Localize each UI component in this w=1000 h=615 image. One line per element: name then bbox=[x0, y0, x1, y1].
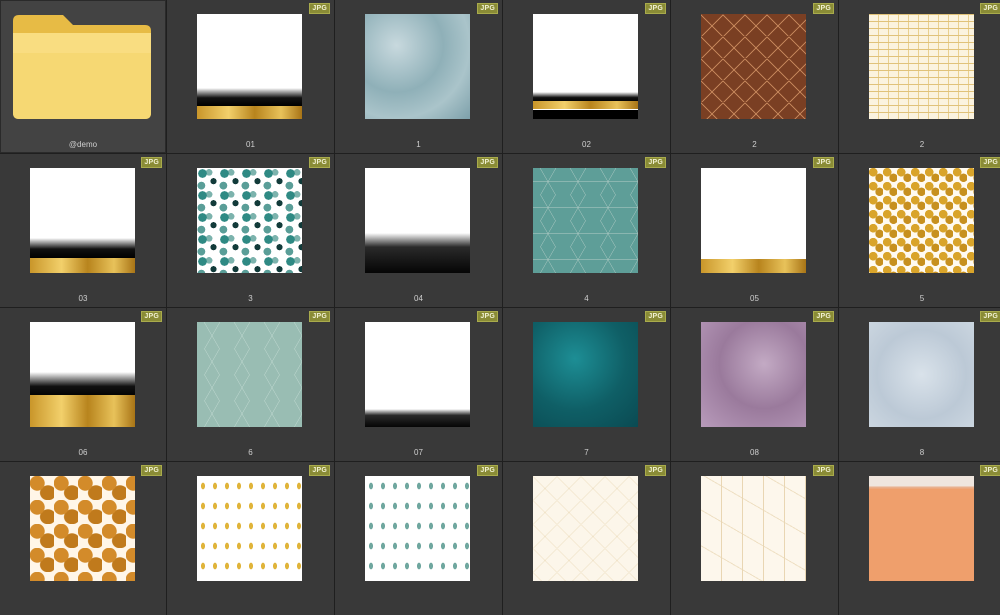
jpg-badge-icon: JPG bbox=[645, 3, 666, 14]
thumbnail-image bbox=[533, 168, 638, 273]
file-thumbnail[interactable]: JPG 08 bbox=[671, 308, 838, 461]
thumbnail-image bbox=[869, 168, 974, 273]
file-thumbnail[interactable]: JPG bbox=[0, 462, 166, 615]
thumbnail-image bbox=[533, 476, 638, 581]
file-thumbnail[interactable]: JPG bbox=[167, 462, 334, 615]
thumbnail-label: 04 bbox=[414, 294, 423, 303]
thumbnail-image bbox=[30, 322, 135, 427]
thumbnail-image bbox=[701, 168, 806, 273]
thumbnail-label: 1 bbox=[416, 140, 421, 149]
jpg-badge-icon: JPG bbox=[813, 311, 834, 322]
file-thumbnail[interactable]: JPG 7 bbox=[503, 308, 670, 461]
jpg-badge-icon: JPG bbox=[980, 3, 1000, 14]
thumbnail-label: 02 bbox=[582, 140, 591, 149]
folder-item[interactable]: @demo bbox=[0, 0, 166, 153]
thumbnail-image bbox=[197, 476, 302, 581]
thumbnail-image bbox=[365, 168, 470, 273]
thumbnail-image bbox=[701, 476, 806, 581]
thumbnail-image bbox=[197, 14, 302, 119]
thumbnail-label: 7 bbox=[584, 448, 589, 457]
jpg-badge-icon: JPG bbox=[309, 465, 330, 476]
jpg-badge-icon: JPG bbox=[645, 157, 666, 168]
file-thumbnail[interactable]: JPG 05 bbox=[671, 154, 838, 307]
thumbnail-label: 03 bbox=[78, 294, 88, 303]
file-thumbnail[interactable]: JPG 01 bbox=[167, 0, 334, 153]
thumbnail-image bbox=[533, 14, 638, 119]
file-thumbnail[interactable]: JPG 06 bbox=[0, 308, 166, 461]
jpg-badge-icon: JPG bbox=[309, 157, 330, 168]
jpg-badge-icon: JPG bbox=[309, 311, 330, 322]
thumbnail-label: 2 bbox=[919, 140, 925, 149]
thumbnail-image bbox=[701, 322, 806, 427]
file-thumbnail[interactable]: JPG bbox=[335, 462, 502, 615]
jpg-badge-icon: JPG bbox=[477, 157, 498, 168]
file-thumbnail[interactable]: JPG bbox=[839, 462, 1000, 615]
thumbnail-image bbox=[869, 476, 974, 581]
file-thumbnail[interactable]: JPG 8 bbox=[839, 308, 1000, 461]
thumbnail-image bbox=[30, 168, 135, 273]
thumbnail-image bbox=[197, 168, 302, 273]
thumbnail-grid: @demo JPG 01 JPG 1 JPG 02 JPG 2 JPG 2 JPG 03 JPG 3 JPG 0… bbox=[0, 0, 1000, 615]
thumbnail-image bbox=[197, 322, 302, 427]
jpg-badge-icon: JPG bbox=[645, 311, 666, 322]
jpg-badge-icon: JPG bbox=[645, 465, 666, 476]
thumbnail-image bbox=[533, 322, 638, 427]
thumbnail-label: @demo bbox=[68, 140, 98, 149]
thumbnail-label: 06 bbox=[78, 448, 88, 457]
thumbnail-image bbox=[30, 476, 135, 581]
file-thumbnail[interactable]: JPG 07 bbox=[335, 308, 502, 461]
file-thumbnail[interactable]: JPG 2 bbox=[671, 0, 838, 153]
file-thumbnail[interactable]: JPG 2 bbox=[839, 0, 1000, 153]
thumbnail-label: 8 bbox=[919, 448, 925, 457]
file-thumbnail[interactable]: JPG bbox=[671, 462, 838, 615]
file-thumbnail[interactable]: JPG 03 bbox=[0, 154, 166, 307]
thumbnail-label: 3 bbox=[248, 294, 253, 303]
thumbnail-label: 08 bbox=[750, 448, 759, 457]
folder-icon bbox=[13, 15, 151, 119]
thumbnail-image bbox=[869, 322, 974, 427]
jpg-badge-icon: JPG bbox=[309, 3, 330, 14]
thumbnail-image bbox=[365, 476, 470, 581]
file-thumbnail[interactable]: JPG 02 bbox=[503, 0, 670, 153]
thumbnail-label: 05 bbox=[750, 294, 759, 303]
jpg-badge-icon: JPG bbox=[141, 465, 162, 476]
thumbnail-image bbox=[365, 14, 470, 119]
jpg-badge-icon: JPG bbox=[477, 3, 498, 14]
jpg-badge-icon: JPG bbox=[477, 465, 498, 476]
thumbnail-label: 6 bbox=[248, 448, 253, 457]
thumbnail-label: 01 bbox=[246, 140, 255, 149]
file-thumbnail[interactable]: JPG 5 bbox=[839, 154, 1000, 307]
thumbnail-image bbox=[365, 322, 470, 427]
file-thumbnail[interactable]: JPG 3 bbox=[167, 154, 334, 307]
thumbnail-label: 07 bbox=[414, 448, 423, 457]
thumbnail-image bbox=[701, 14, 806, 119]
file-thumbnail[interactable]: JPG 4 bbox=[503, 154, 670, 307]
jpg-badge-icon: JPG bbox=[980, 157, 1000, 168]
jpg-badge-icon: JPG bbox=[141, 311, 162, 322]
jpg-badge-icon: JPG bbox=[477, 311, 498, 322]
jpg-badge-icon: JPG bbox=[980, 311, 1000, 322]
file-thumbnail[interactable]: JPG 1 bbox=[335, 0, 502, 153]
jpg-badge-icon: JPG bbox=[980, 465, 1000, 476]
thumbnail-label: 2 bbox=[752, 140, 757, 149]
jpg-badge-icon: JPG bbox=[813, 157, 834, 168]
jpg-badge-icon: JPG bbox=[141, 157, 162, 168]
thumbnail-label: 4 bbox=[584, 294, 589, 303]
file-thumbnail[interactable]: JPG 6 bbox=[167, 308, 334, 461]
file-thumbnail[interactable]: JPG bbox=[503, 462, 670, 615]
jpg-badge-icon: JPG bbox=[813, 3, 834, 14]
thumbnail-image bbox=[869, 14, 974, 119]
jpg-badge-icon: JPG bbox=[813, 465, 834, 476]
file-thumbnail[interactable]: JPG 04 bbox=[335, 154, 502, 307]
thumbnail-label: 5 bbox=[919, 294, 925, 303]
